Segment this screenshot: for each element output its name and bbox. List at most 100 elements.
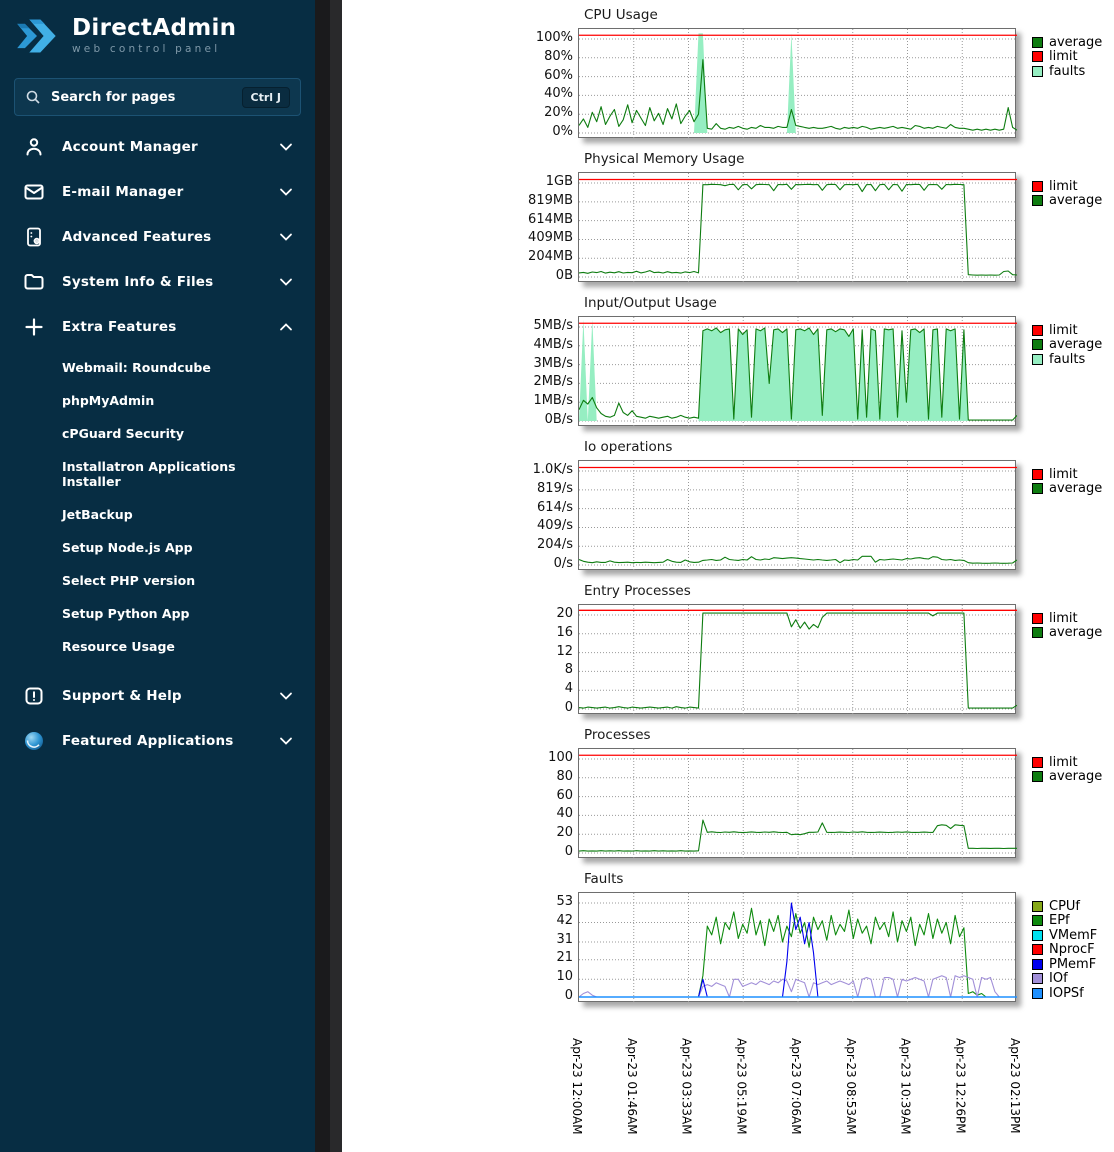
- legend-label: faults: [1049, 353, 1085, 366]
- chevron-down-icon: [279, 736, 293, 746]
- sidebar-item-e-mail-manager[interactable]: E-mail Manager: [0, 169, 315, 214]
- sidebar-item-featured-applications[interactable]: Featured Applications: [0, 718, 315, 763]
- sidebar-item-account-manager[interactable]: Account Manager: [0, 124, 315, 169]
- sidebar-item-extra-features[interactable]: Extra Features: [0, 304, 315, 349]
- y-axis-labels: 1.0K/s819/s614/s409/s204/s0/s: [530, 460, 578, 570]
- legend-label: average: [1049, 626, 1102, 639]
- legend-item-average: average: [1032, 194, 1102, 209]
- y-axis-labels: 100806040200: [530, 748, 578, 858]
- logo[interactable]: DirectAdmin web control panel: [0, 0, 315, 68]
- legend-swatch: [1032, 613, 1043, 624]
- legend-item-epf: EPf: [1032, 914, 1097, 929]
- legend-label: limit: [1049, 50, 1078, 63]
- y-axis-tick-label: 60%: [544, 68, 573, 83]
- y-axis-tick-label: 80%: [544, 49, 573, 64]
- y-axis-labels: 1GB819MB614MB409MB204MB0B: [530, 172, 578, 282]
- legend-swatch: [1032, 757, 1043, 768]
- sidebar-subitem-installatron-applications-installer[interactable]: Installatron Applications Installer: [0, 450, 315, 498]
- legend-swatch: [1032, 354, 1043, 365]
- chart-plot-io-operations: [578, 460, 1016, 570]
- globe-icon: [22, 729, 46, 753]
- chart-plot-faults: [578, 892, 1016, 1002]
- sidebar-subitem-setup-python-app[interactable]: Setup Python App: [0, 597, 315, 630]
- y-axis-tick-label: 409/s: [537, 518, 573, 533]
- sidebar-scrollbar[interactable]: [315, 0, 342, 1152]
- y-axis-tick-label: 819MB: [528, 193, 573, 208]
- y-axis-tick-label: 8: [565, 662, 573, 677]
- legend-label: average: [1049, 482, 1102, 495]
- legend-swatch: [1032, 915, 1043, 926]
- chart-legend: limitaverage: [1032, 460, 1102, 496]
- sidebar-item-system-info-files[interactable]: System Info & Files: [0, 259, 315, 304]
- legend-item-average: average: [1032, 770, 1102, 785]
- sidebar: DirectAdmin web control panel Ctrl J Acc…: [0, 0, 315, 1152]
- search-icon: [25, 89, 41, 105]
- resource-usage-panel: CPU Usage100%80%60%40%20%0%averagelimitf…: [342, 0, 1114, 1152]
- y-axis-tick-label: 4MB/s: [533, 337, 573, 352]
- legend-item-limit: limit: [1032, 611, 1102, 626]
- legend-swatch: [1032, 627, 1043, 638]
- x-axis-label: Apr-23 08:53AM: [844, 1038, 858, 1135]
- chart-processes: Processes100806040200limitaverage: [530, 726, 1114, 858]
- chart-cpu-usage: CPU Usage100%80%60%40%20%0%averagelimitf…: [530, 6, 1114, 138]
- mail-icon: [22, 180, 46, 204]
- sidebar-subitem-jetbackup[interactable]: JetBackup: [0, 498, 315, 531]
- chart-io-operations: Io operations1.0K/s819/s614/s409/s204/s0…: [530, 438, 1114, 570]
- chevron-down-icon: [279, 691, 293, 701]
- y-axis-tick-label: 20: [556, 606, 573, 621]
- y-axis-tick-label: 21: [556, 950, 573, 965]
- sidebar-item-advanced-features[interactable]: Advanced Features: [0, 214, 315, 259]
- search-input[interactable]: [49, 89, 242, 106]
- legend-label: limit: [1049, 756, 1078, 769]
- chart-title: Physical Memory Usage: [530, 150, 1114, 168]
- y-axis-tick-label: 12: [556, 644, 573, 659]
- y-axis-tick-label: 204MB: [528, 249, 573, 264]
- directadmin-app: DirectAdmin web control panel Ctrl J Acc…: [0, 0, 1114, 1152]
- x-axis-label: Apr-23 12:26PM: [953, 1038, 967, 1134]
- x-axis-label: Apr-23 05:19AM: [734, 1038, 748, 1135]
- legend-item-iof: IOf: [1032, 972, 1097, 987]
- legend-label: faults: [1049, 65, 1085, 78]
- legend-item-average: average: [1032, 35, 1102, 50]
- y-axis-tick-label: 1MB/s: [533, 393, 573, 408]
- chevron-down-icon: [279, 232, 293, 242]
- sidebar-subitem-phpmyadmin[interactable]: phpMyAdmin: [0, 384, 315, 417]
- legend-swatch: [1032, 51, 1043, 62]
- y-axis-tick-label: 614MB: [528, 212, 573, 227]
- legend-item-average: average: [1032, 338, 1102, 353]
- sidebar-subitem-webmail-roundcube[interactable]: Webmail: Roundcube: [0, 351, 315, 384]
- chart-faults: Faults53423121100CPUfEPfVMemFNprocFPMemF…: [530, 870, 1114, 1002]
- legend-swatch: [1032, 325, 1043, 336]
- y-axis-tick-label: 819/s: [537, 481, 573, 496]
- sidebar-item-support-help[interactable]: Support & Help: [0, 673, 315, 718]
- y-axis-tick-label: 2MB/s: [533, 374, 573, 389]
- charts-container: CPU Usage100%80%60%40%20%0%averagelimitf…: [530, 6, 1114, 1002]
- legend-item-faults: faults: [1032, 64, 1102, 79]
- sidebar-item-label: Featured Applications: [62, 733, 279, 749]
- y-axis-tick-label: 614/s: [537, 500, 573, 515]
- legend-item-limit: limit: [1032, 179, 1102, 194]
- legend-item-nprocf: NprocF: [1032, 943, 1097, 958]
- sidebar-menu: Account ManagerE-mail ManagerAdvanced Fe…: [0, 124, 315, 763]
- chart-legend: limitaverage: [1032, 748, 1102, 784]
- sidebar-subitem-resource-usage[interactable]: Resource Usage: [0, 630, 315, 663]
- legend-item-limit: limit: [1032, 755, 1102, 770]
- app-subtitle: web control panel: [72, 43, 236, 55]
- app-title: DirectAdmin: [72, 17, 236, 40]
- y-axis-tick-label: 20%: [544, 105, 573, 120]
- y-axis-tick-label: 0%: [552, 124, 573, 139]
- legend-label: NprocF: [1049, 943, 1095, 956]
- search-box[interactable]: Ctrl J: [14, 78, 301, 116]
- chart-plot-physical-memory-usage: [578, 172, 1016, 282]
- legend-item-limit: limit: [1032, 467, 1102, 482]
- chart-plot-processes: [578, 748, 1016, 858]
- sidebar-subitem-select-php-version[interactable]: Select PHP version: [0, 564, 315, 597]
- legend-item-vmemf: VMemF: [1032, 928, 1097, 943]
- chevron-up-icon: [279, 322, 293, 332]
- sidebar-subitem-cpguard-security[interactable]: cPGuard Security: [0, 417, 315, 450]
- legend-label: limit: [1049, 324, 1078, 337]
- sidebar-subitem-setup-node-js-app[interactable]: Setup Node.js App: [0, 531, 315, 564]
- y-axis-tick-label: 4: [565, 681, 573, 696]
- y-axis-tick-label: 40: [556, 806, 573, 821]
- legend-label: CPUf: [1049, 900, 1080, 913]
